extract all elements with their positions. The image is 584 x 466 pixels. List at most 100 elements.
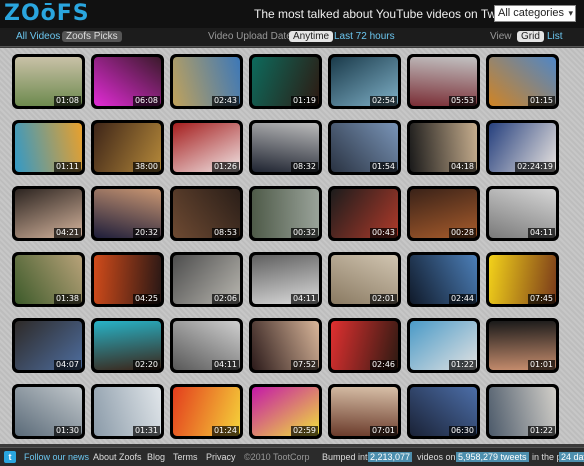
video-duration: 02:01 — [369, 294, 397, 304]
video-thumbnail[interactable]: 04:11 — [170, 318, 243, 373]
video-thumbnail[interactable]: 08:53 — [170, 186, 243, 241]
about-link[interactable]: About Zoofs — [93, 452, 142, 462]
follow-news-link[interactable]: Follow our news — [24, 452, 89, 462]
video-thumbnail[interactable]: 00:32 — [249, 186, 322, 241]
video-thumbnail[interactable]: 02:46 — [328, 318, 401, 373]
video-duration: 01:24 — [211, 426, 239, 436]
video-duration: 02:20 — [132, 360, 160, 370]
video-thumbnail[interactable]: 20:32 — [91, 186, 164, 241]
video-thumbnail[interactable]: 38:00 — [91, 120, 164, 175]
video-thumbnail[interactable]: 01:31 — [91, 384, 164, 439]
video-thumbnail[interactable]: 04:21 — [12, 186, 85, 241]
video-duration: 07:01 — [369, 426, 397, 436]
video-thumbnail[interactable]: 01:30 — [12, 384, 85, 439]
days-count: 24 days — [559, 452, 584, 462]
video-duration: 01:11 — [53, 162, 81, 172]
video-thumbnail[interactable]: 08:32 — [249, 120, 322, 175]
chevron-down-icon: ▾ — [568, 8, 573, 18]
video-thumbnail[interactable]: 02:43 — [170, 54, 243, 109]
video-thumbnail[interactable]: 01:15 — [486, 54, 559, 109]
video-duration: 08:53 — [211, 228, 239, 238]
video-duration: 06:08 — [132, 96, 160, 106]
video-thumbnail[interactable]: 07:45 — [486, 252, 559, 307]
video-thumbnail[interactable]: 01:38 — [12, 252, 85, 307]
privacy-link[interactable]: Privacy — [206, 452, 236, 462]
video-duration: 01:31 — [132, 426, 160, 436]
video-duration: 01:54 — [369, 162, 397, 172]
video-duration: 01:19 — [290, 96, 318, 106]
video-thumbnail[interactable]: 06:30 — [407, 384, 480, 439]
toolbar: All Videos Zoofs Picks Video Upload Date… — [0, 28, 584, 47]
logo[interactable]: ZOōFS — [4, 1, 90, 26]
video-duration: 20:32 — [132, 228, 160, 238]
video-thumbnail[interactable]: 01:54 — [328, 120, 401, 175]
video-duration: 04:11 — [211, 360, 239, 370]
upload-date-label: Video Upload Date — [208, 31, 292, 42]
video-thumbnail[interactable]: 01:19 — [249, 54, 322, 109]
video-thumbnail[interactable]: 04:07 — [12, 318, 85, 373]
video-duration: 07:45 — [527, 294, 555, 304]
category-select[interactable]: All categories ▾ — [494, 5, 576, 22]
video-duration: 02:44 — [448, 294, 476, 304]
video-thumbnail[interactable]: 04:11 — [486, 186, 559, 241]
video-duration: 38:00 — [132, 162, 160, 172]
video-thumbnail[interactable]: 04:25 — [91, 252, 164, 307]
video-duration: 04:21 — [53, 228, 81, 238]
video-thumbnail[interactable]: 02:01 — [328, 252, 401, 307]
video-thumbnail[interactable]: 01:22 — [486, 384, 559, 439]
video-thumbnail[interactable]: 00:43 — [328, 186, 401, 241]
video-thumbnail[interactable]: 01:24 — [170, 384, 243, 439]
video-duration: 01:01 — [527, 360, 555, 370]
video-duration: 01:15 — [527, 96, 555, 106]
video-duration: 06:30 — [448, 426, 476, 436]
video-thumbnail[interactable]: 02:59 — [249, 384, 322, 439]
video-thumbnail[interactable]: 07:01 — [328, 384, 401, 439]
video-duration: 02:59 — [290, 426, 318, 436]
video-thumbnail[interactable]: 02:06 — [170, 252, 243, 307]
video-duration: 00:43 — [369, 228, 397, 238]
video-thumbnail[interactable]: 01:01 — [486, 318, 559, 373]
blog-link[interactable]: Blog — [147, 452, 165, 462]
grid-view-button[interactable]: Grid — [517, 31, 544, 42]
video-thumbnail[interactable]: 01:11 — [12, 120, 85, 175]
video-thumbnail[interactable]: 02:24:19 — [486, 120, 559, 175]
all-videos-link[interactable]: All Videos — [16, 31, 60, 42]
list-view-button[interactable]: List — [547, 31, 563, 42]
video-duration: 08:32 — [290, 162, 318, 172]
tweet-count: 5,958,279 tweets — [456, 452, 529, 462]
copyright: ©2010 TootCorp — [244, 452, 310, 462]
last-72-hours-link[interactable]: Last 72 hours — [334, 31, 395, 42]
video-thumbnail[interactable]: 04:18 — [407, 120, 480, 175]
anytime-button[interactable]: Anytime — [289, 31, 334, 42]
video-duration: 04:18 — [448, 162, 476, 172]
video-duration: 04:11 — [290, 294, 318, 304]
video-thumbnail[interactable]: 01:26 — [170, 120, 243, 175]
video-duration: 01:38 — [53, 294, 81, 304]
video-duration: 02:46 — [369, 360, 397, 370]
video-duration: 00:32 — [290, 228, 318, 238]
video-duration: 02:06 — [211, 294, 239, 304]
video-thumbnail[interactable]: 06:08 — [91, 54, 164, 109]
video-duration: 00:28 — [448, 228, 476, 238]
stats-prefix: Bumped into — [322, 452, 373, 462]
video-thumbnail[interactable]: 01:22 — [407, 318, 480, 373]
video-thumbnail[interactable]: 00:28 — [407, 186, 480, 241]
video-thumbnail[interactable]: 04:11 — [249, 252, 322, 307]
video-thumbnail[interactable]: 02:54 — [328, 54, 401, 109]
header: ZOōFS The most talked about YouTube vide… — [0, 0, 584, 28]
twitter-icon[interactable]: t — [4, 451, 16, 463]
video-thumbnail[interactable]: 01:08 — [12, 54, 85, 109]
video-count: 2,213,077 — [368, 452, 413, 462]
terms-link[interactable]: Terms — [173, 452, 198, 462]
video-thumbnail[interactable]: 02:44 — [407, 252, 480, 307]
video-grid: 01:08 06:08 02:43 01:19 02:54 05:53 01:15 01:11… — [0, 48, 584, 444]
video-thumbnail[interactable]: 07:52 — [249, 318, 322, 373]
stats-videos-on: videos on — [417, 452, 456, 462]
video-duration: 01:30 — [53, 426, 81, 436]
video-thumbnail[interactable]: 05:53 — [407, 54, 480, 109]
video-duration: 02:43 — [211, 96, 239, 106]
zoofs-picks-button[interactable]: Zoofs Picks — [62, 31, 122, 42]
tagline: The most talked about YouTube videos on … — [254, 7, 529, 21]
video-thumbnail[interactable]: 02:20 — [91, 318, 164, 373]
video-duration: 05:53 — [448, 96, 476, 106]
